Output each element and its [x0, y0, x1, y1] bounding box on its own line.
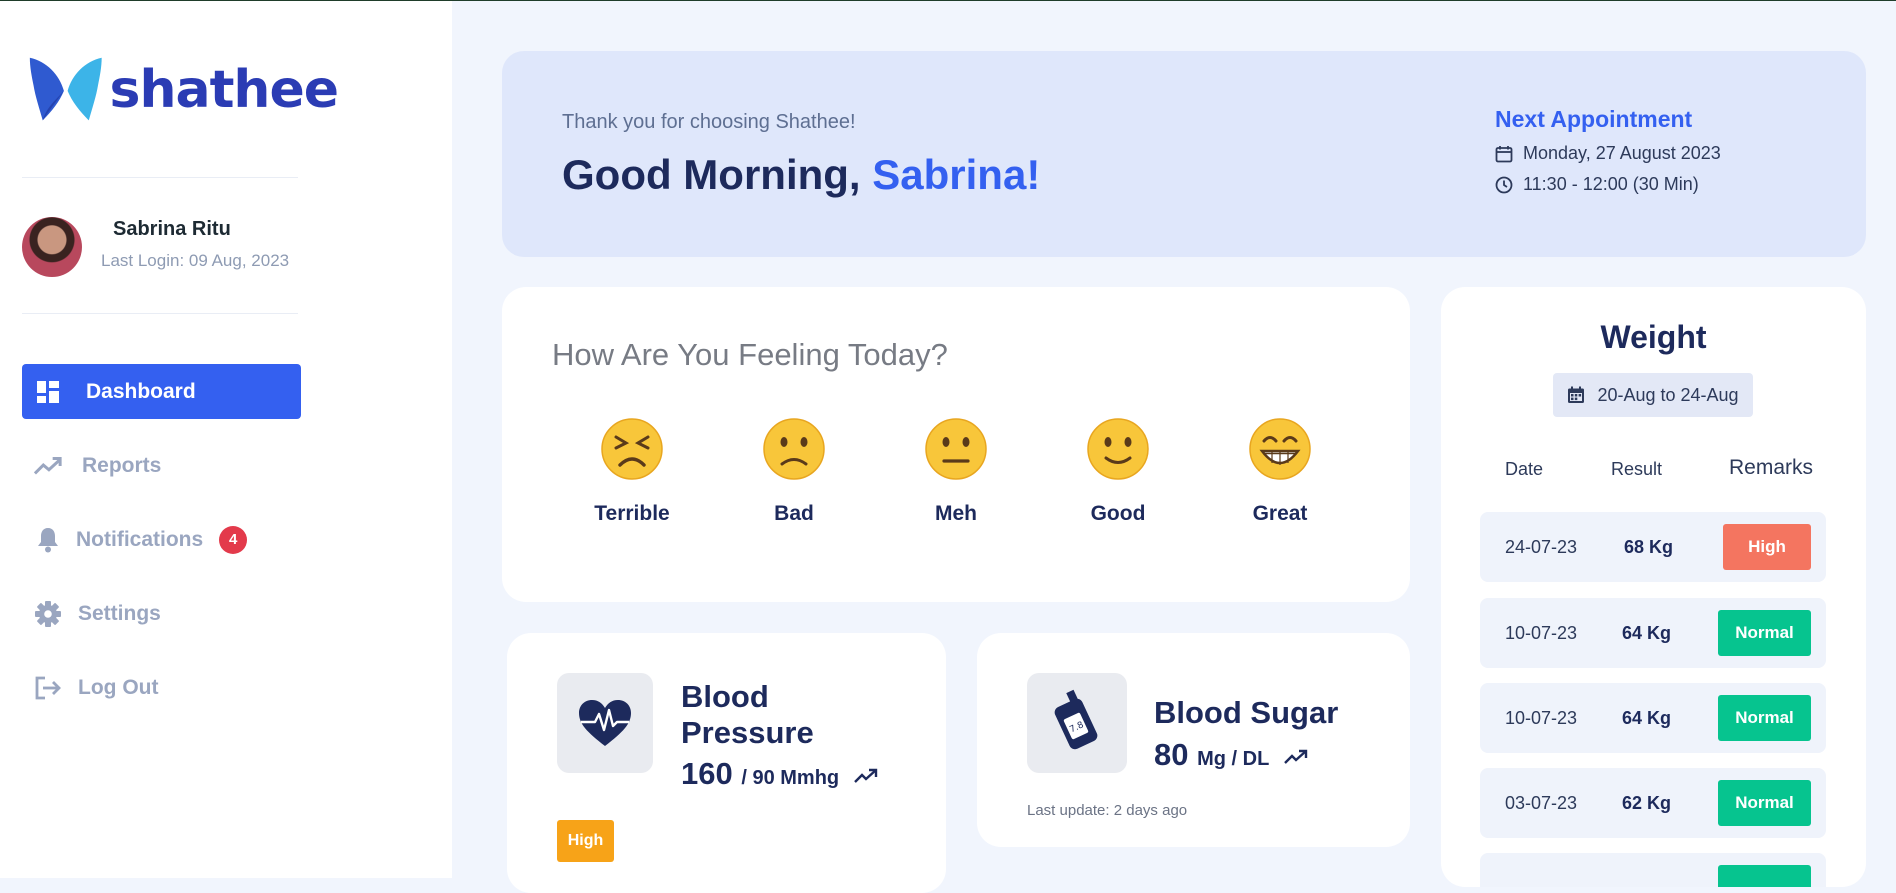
weight-card: Weight 20-Aug to 24-Aug Date Result Rema… — [1441, 287, 1866, 887]
row-result: 62 Kg — [1622, 793, 1672, 813]
blood-pressure-card[interactable]: Blood Pressure 160 / 90 Mmhg High — [507, 633, 946, 893]
remark-badge: High — [1723, 524, 1811, 570]
row-date: 10-07-23 — [1505, 623, 1578, 643]
mood-option-good[interactable]: Good — [1058, 417, 1178, 526]
greeting-name: Sabrina! — [872, 151, 1041, 198]
bell-icon — [34, 526, 62, 554]
sidebar-item-label: Settings — [78, 601, 161, 625]
sidebar-item-label: Log Out — [78, 675, 159, 699]
last-login: Last Login: 09 Aug, 2023 — [101, 251, 290, 270]
appointment-time-row: 11:30 - 12:00 (30 Min) — [1495, 174, 1721, 195]
column-header-result: Result — [1611, 459, 1663, 479]
mood-card: How Are You Feeling Today? Terrible Bad … — [502, 287, 1410, 602]
row-date: 10-07-23 — [1505, 708, 1578, 728]
date-range-picker[interactable]: 20-Aug to 24-Aug — [1553, 373, 1753, 417]
sidebar-item-notifications[interactable]: Notifications 4 — [22, 512, 301, 567]
terrible-face-icon — [601, 418, 663, 480]
mood-option-meh[interactable]: Meh — [896, 417, 1016, 526]
avatar[interactable] — [22, 217, 82, 277]
sidebar-item-label: Reports — [82, 453, 162, 477]
row-date: 24-07-23 — [1505, 537, 1578, 557]
mood-label: Terrible — [594, 502, 670, 525]
blood-sugar-card[interactable]: 7.8 Blood Sugar 80 Mg / DL Last update: … — [977, 633, 1410, 847]
butterfly-logo-icon — [29, 57, 102, 121]
appointment-date: Monday, 27 August 2023 — [1523, 143, 1721, 163]
mood-label: Great — [1252, 502, 1308, 525]
sidebar-item-label: Dashboard — [86, 379, 196, 403]
divider — [22, 313, 298, 314]
clock-icon — [1495, 176, 1513, 193]
welcome-subtitle: Thank you for choosing Shathee! — [562, 111, 856, 133]
brand-logo[interactable]: shathee — [28, 53, 339, 127]
gear-icon — [34, 600, 62, 628]
dashboard-icon — [34, 378, 62, 406]
grin-face-icon — [1249, 418, 1311, 480]
glucose-meter-icon: 7.8 — [1027, 673, 1127, 773]
next-appointment[interactable]: Next Appointment Monday, 27 August 2023 … — [1495, 106, 1721, 195]
table-row[interactable]: 10-07-23 64 Kg Normal — [1480, 683, 1826, 753]
table-row[interactable]: 03-07-23 62 Kg Normal — [1480, 768, 1826, 838]
bp-systolic: 160 — [681, 756, 733, 791]
mood-label: Good — [1090, 502, 1146, 525]
user-name: Sabrina Ritu — [113, 218, 231, 240]
smile-face-icon — [1087, 418, 1149, 480]
sugar-value: 80 — [1154, 737, 1189, 772]
trend-up-icon — [853, 768, 877, 783]
mood-question: How Are You Feeling Today? — [552, 337, 948, 372]
neutral-face-icon — [925, 418, 987, 480]
title-line: Pressure — [681, 715, 814, 750]
date-range-text: 20-Aug to 24-Aug — [1597, 384, 1739, 405]
appointment-date-row: Monday, 27 August 2023 — [1495, 143, 1721, 164]
sidebar-item-dashboard[interactable]: Dashboard — [22, 364, 301, 419]
sidebar-item-settings[interactable]: Settings — [22, 586, 301, 641]
greeting-title: Good Morning, Sabrina! — [562, 151, 1040, 199]
row-result: 64 Kg — [1622, 623, 1672, 643]
title-line: Blood — [681, 679, 769, 714]
appointment-title: Next Appointment — [1495, 106, 1693, 132]
blood-sugar-title: Blood Sugar — [1154, 695, 1339, 730]
heart-pulse-icon — [557, 673, 653, 773]
bp-unit: / 90 Mmhg — [741, 767, 840, 789]
last-update-text: Last update: 2 days ago — [1027, 802, 1188, 819]
sad-face-icon — [763, 418, 825, 480]
mood-label: Bad — [774, 502, 814, 525]
sidebar-item-reports[interactable]: Reports — [22, 438, 301, 493]
greeting-text: Good Morning, — [562, 151, 861, 198]
mood-label: Meh — [935, 502, 977, 525]
sidebar-item-label: Notifications — [76, 527, 204, 551]
sugar-unit: Mg / DL — [1197, 748, 1270, 770]
row-date: 03-07-23 — [1505, 793, 1578, 813]
row-result: 68 Kg — [1624, 537, 1674, 557]
blood-sugar-value: 80 Mg / DL — [1154, 737, 1308, 773]
remark-badge: Normal — [1718, 780, 1811, 826]
mood-option-great[interactable]: Great — [1220, 417, 1340, 526]
calendar-icon — [1495, 145, 1513, 162]
logout-icon — [34, 674, 62, 702]
table-row[interactable]: 10-07-23 64 Kg Normal — [1480, 598, 1826, 668]
table-row[interactable]: 24-07-23 68 Kg High — [1480, 512, 1826, 582]
weight-title: Weight — [1600, 319, 1707, 355]
trending-up-icon — [34, 452, 62, 480]
blood-pressure-title: Blood Pressure — [681, 679, 814, 751]
column-header-date: Date — [1505, 459, 1544, 479]
appointment-time: 11:30 - 12:00 (30 Min) — [1523, 174, 1699, 194]
calendar-icon — [1568, 386, 1585, 403]
mood-option-terrible[interactable]: Terrible — [572, 417, 692, 526]
brand-name: shathee — [109, 60, 339, 120]
table-row[interactable] — [1480, 853, 1826, 887]
remark-badge: Normal — [1718, 610, 1811, 656]
divider — [22, 177, 298, 178]
sidebar-item-logout[interactable]: Log Out — [22, 660, 301, 715]
bp-status-badge: High — [557, 820, 614, 862]
notification-count-badge: 4 — [219, 525, 248, 554]
mood-option-bad[interactable]: Bad — [734, 417, 854, 526]
blood-pressure-value: 160 / 90 Mmhg — [681, 756, 878, 792]
sidebar: shathee Sabrina Ritu Last Login: 09 Aug,… — [0, 1, 452, 878]
remark-badge — [1718, 865, 1811, 887]
welcome-banner: Thank you for choosing Shathee! Good Mor… — [502, 51, 1866, 257]
row-result: 64 Kg — [1622, 708, 1672, 728]
remark-badge: Normal — [1718, 695, 1811, 741]
trend-up-icon — [1284, 749, 1308, 764]
column-header-remarks: Remarks — [1729, 456, 1814, 479]
